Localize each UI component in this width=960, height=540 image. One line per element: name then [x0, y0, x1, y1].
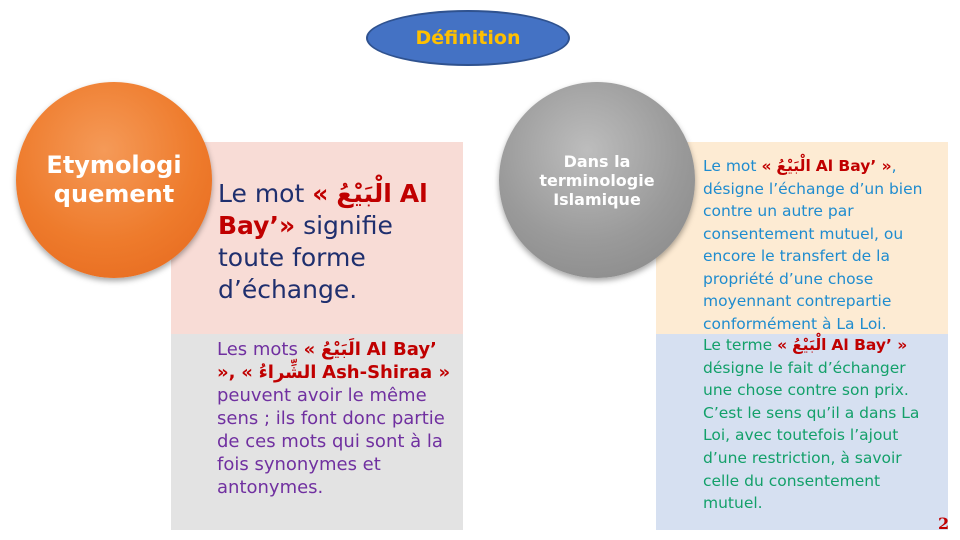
terminology-circle: Dans la terminologie Islamique	[499, 82, 695, 278]
rb-quote: «	[777, 336, 788, 354]
rt-arabic: الْبَيْعُ	[776, 157, 811, 175]
lb-prefix: Les mots	[217, 339, 298, 360]
lt-prefix: Le mot	[218, 179, 305, 208]
lb-term2: Ash-Shiraa »	[322, 362, 451, 383]
lb-rest: peuvent avoir le même sens ; ils font do…	[217, 385, 445, 498]
lb-arabic2: الشِّراءُ	[258, 362, 317, 383]
rb-term: Al Bay’ »	[831, 336, 908, 354]
lb-quote2: «	[241, 362, 253, 383]
rb-prefix: Le terme	[703, 336, 773, 354]
etymology-circle: Etymologi quement	[16, 82, 212, 278]
rb-rest: désigne le fait d’échanger une chose con…	[703, 358, 920, 513]
islamic-definition-text: Le mot « الْبَيْعُ Al Bay’ », désigne l’…	[703, 155, 939, 335]
title-text: Définition	[415, 27, 521, 49]
rt-term: Al Bay’ »	[815, 157, 892, 175]
lt-arabic: الْبَيْعُ	[336, 179, 392, 208]
etymology-definition-text: Le mot « الْبَيْعُ Al Bay’» signifie tou…	[218, 178, 454, 306]
legal-meaning-text: Le terme « الْبَيْعُ Al Bay’ » désigne l…	[703, 334, 939, 515]
page-number: 2	[938, 514, 950, 533]
lb-arabic1: الَبَيْعُ	[320, 339, 361, 360]
rt-quote: «	[761, 157, 772, 175]
lt-quote: «	[312, 179, 329, 208]
terminology-circle-label: Dans la terminologie Islamique	[539, 151, 655, 209]
title-oval: Définition	[366, 10, 570, 66]
synonyms-antonyms-text: Les mots « الَبَيْعُ Al Bay’ », « الشِّر…	[217, 338, 457, 499]
rt-prefix: Le mot	[703, 157, 757, 175]
rb-arabic: الْبَيْعُ	[792, 336, 827, 354]
lb-comma: ,	[228, 362, 236, 383]
rt-rest: , désigne l’échange d’un bien contre un …	[703, 157, 923, 333]
etymology-circle-label: Etymologi quement	[46, 151, 182, 208]
lb-quote1: «	[303, 339, 316, 360]
